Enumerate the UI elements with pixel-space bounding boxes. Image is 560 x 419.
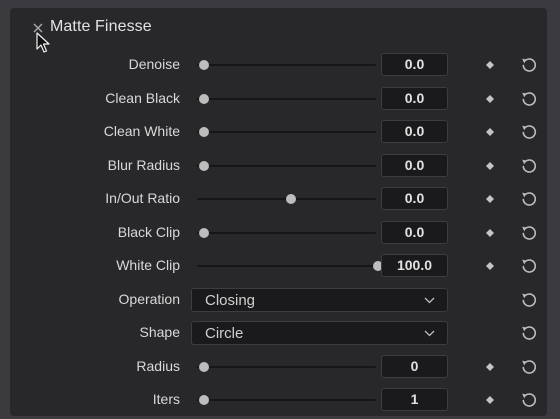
clean-black-label: Clean Black — [105, 89, 180, 106]
black-clip-value-field[interactable]: 0.0 — [381, 220, 448, 244]
parameter-row-shape: Shape Circle — [10, 317, 547, 349]
shape-label: Shape — [139, 324, 180, 340]
denoise-slider-thumb[interactable] — [199, 60, 209, 70]
iters-slider-track[interactable] — [197, 399, 376, 401]
keyframe-diamond-icon[interactable] — [485, 60, 495, 70]
clean-black-slider-thumb[interactable] — [199, 93, 209, 104]
shape-dropdown[interactable]: Circle — [191, 321, 448, 345]
denoise-slider-track[interactable] — [197, 64, 376, 66]
radius-slider-thumb[interactable] — [199, 361, 209, 372]
blur-radius-slider-thumb[interactable] — [199, 160, 209, 171]
in-out-ratio-slider-thumb[interactable] — [286, 194, 296, 204]
radius-value-field[interactable]: 0 — [381, 354, 448, 378]
denoise-value-field[interactable]: 0.0 — [381, 53, 448, 76]
reset-icon[interactable] — [519, 122, 539, 142]
clean-white-slider-track[interactable] — [197, 131, 376, 133]
clean-white-value-field[interactable]: 0.0 — [381, 120, 448, 143]
keyframe-diamond-icon[interactable] — [485, 228, 495, 238]
operation-selected-value: Closing — [205, 291, 256, 309]
clean-white-label: Clean White — [103, 123, 180, 139]
black-clip-slider-track[interactable] — [197, 231, 376, 234]
reset-icon[interactable] — [519, 55, 539, 75]
keyframe-diamond-icon[interactable] — [485, 194, 495, 204]
operation-dropdown[interactable]: Closing — [191, 287, 448, 312]
parameter-row-blur-radius: Blur Radius 0.0 — [10, 150, 547, 182]
reset-icon[interactable] — [519, 256, 539, 276]
blur-radius-slider[interactable] — [192, 150, 376, 182]
keyframe-diamond-icon[interactable] — [485, 362, 495, 372]
in-out-ratio-label: In/Out Ratio — [105, 190, 180, 206]
keyframe-diamond-icon[interactable] — [485, 127, 495, 137]
black-clip-label: Black Clip — [117, 223, 180, 240]
keyframe-diamond-icon[interactable] — [485, 261, 495, 271]
parameter-row-iters: Iters 1 — [10, 384, 547, 416]
white-clip-label: White Clip — [116, 257, 180, 273]
reset-icon[interactable] — [519, 290, 539, 310]
iters-label: Iters — [152, 391, 180, 407]
reset-icon[interactable] — [519, 89, 539, 109]
keyframe-diamond-icon[interactable] — [485, 395, 495, 405]
parameter-list: Denoise 0.0 Clean Black 0.0 Clean White 0.0 Bl… — [10, 8, 547, 416]
radius-label: Radius — [136, 357, 180, 374]
chevron-down-icon — [424, 297, 435, 303]
radius-slider-track[interactable] — [197, 365, 376, 368]
clean-white-slider[interactable] — [192, 116, 376, 148]
keyframe-diamond-icon[interactable] — [485, 161, 495, 171]
chevron-down-icon — [424, 330, 435, 337]
clean-black-value-field[interactable]: 0.0 — [381, 86, 448, 110]
denoise-slider[interactable] — [192, 49, 376, 81]
iters-slider[interactable] — [192, 384, 376, 416]
parameter-row-white-clip: White Clip 100.0 — [10, 250, 547, 282]
blur-radius-label: Blur Radius — [107, 156, 180, 173]
parameter-row-in-out-ratio: In/Out Ratio 0.0 — [10, 183, 547, 215]
reset-icon[interactable] — [519, 223, 539, 243]
white-clip-slider-track[interactable] — [197, 265, 376, 267]
black-clip-slider-thumb[interactable] — [199, 227, 209, 238]
parameter-row-clean-white: Clean White 0.0 — [10, 116, 547, 148]
reset-icon[interactable] — [519, 323, 539, 343]
clean-white-slider-thumb[interactable] — [199, 127, 209, 137]
radius-slider[interactable] — [192, 351, 376, 383]
matte-finesse-panel: Matte Finesse Denoise 0.0 Clean Black 0.0 Cl… — [10, 8, 547, 416]
white-clip-slider[interactable] — [192, 250, 383, 282]
iters-slider-thumb[interactable] — [199, 395, 209, 405]
clean-black-slider[interactable] — [192, 83, 376, 115]
reset-icon[interactable] — [519, 390, 539, 410]
white-clip-value-field[interactable]: 100.0 — [381, 254, 448, 277]
parameter-row-clean-black: Clean Black 0.0 — [10, 83, 547, 115]
clean-black-slider-track[interactable] — [197, 97, 376, 100]
in-out-ratio-value-field[interactable]: 0.0 — [381, 187, 448, 210]
reset-icon[interactable] — [519, 156, 539, 176]
reset-icon[interactable] — [519, 357, 539, 377]
parameter-row-black-clip: Black Clip 0.0 — [10, 217, 547, 249]
iters-value-field[interactable]: 1 — [381, 388, 448, 411]
keyframe-diamond-icon[interactable] — [485, 94, 495, 104]
blur-radius-slider-track[interactable] — [197, 164, 376, 167]
black-clip-slider[interactable] — [192, 217, 376, 249]
operation-label: Operation — [118, 290, 180, 307]
parameter-row-operation: Operation Closing — [10, 284, 547, 316]
shape-selected-value: Circle — [205, 325, 244, 342]
parameter-row-denoise: Denoise 0.0 — [10, 49, 547, 81]
reset-icon[interactable] — [519, 189, 539, 209]
in-out-ratio-slider[interactable] — [192, 183, 376, 215]
blur-radius-value-field[interactable]: 0.0 — [381, 153, 448, 177]
parameter-row-radius: Radius 0 — [10, 351, 547, 383]
denoise-label: Denoise — [128, 56, 180, 72]
